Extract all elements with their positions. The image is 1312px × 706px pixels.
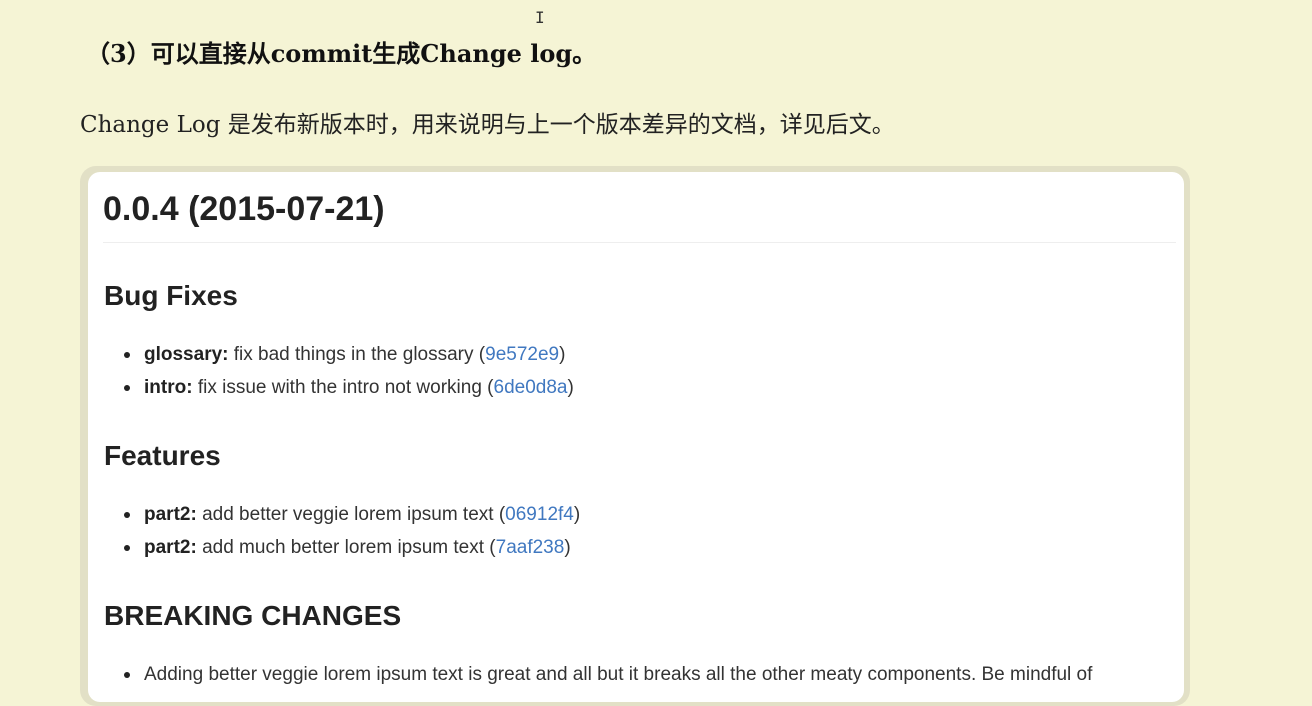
commit-hash-link[interactable]: 7aaf238 bbox=[496, 537, 565, 558]
closing-paren: ) bbox=[564, 537, 571, 558]
commit-scope: glossary: bbox=[144, 344, 229, 365]
commit-hash-link[interactable]: 9e572e9 bbox=[485, 344, 559, 365]
commit-message: add much better lorem ipsum text ( bbox=[196, 537, 496, 558]
breaking-changes-list: Adding better veggie lorem ipsum text is… bbox=[124, 658, 1092, 691]
section-heading: （3）可以直接从commit生成Change log。 bbox=[86, 39, 597, 68]
list-item: glossary: fix bad things in the glossary… bbox=[124, 338, 574, 371]
breaking-change-text: Adding better veggie lorem ipsum text is… bbox=[144, 664, 1093, 685]
bug-fixes-heading: Bug Fixes bbox=[104, 280, 238, 311]
list-item: part2: add much better lorem ipsum text … bbox=[124, 531, 580, 564]
bug-fixes-list: glossary: fix bad things in the glossary… bbox=[124, 338, 574, 404]
closing-paren: ) bbox=[559, 344, 566, 365]
text-cursor-icon: I bbox=[535, 8, 545, 27]
intro-paragraph: Change Log 是发布新版本时，用来说明与上一个版本差异的文档，详见后文。 bbox=[80, 112, 895, 138]
changelog-card: 0.0.4 (2015-07-21) Bug Fixes glossary: f… bbox=[88, 172, 1184, 702]
closing-paren: ) bbox=[573, 504, 581, 525]
commit-scope: part2: bbox=[144, 504, 197, 525]
breaking-changes-heading: BREAKING CHANGES bbox=[104, 600, 402, 631]
commit-message: fix bad things in the glossary ( bbox=[228, 344, 486, 365]
list-item: Adding better veggie lorem ipsum text is… bbox=[124, 658, 1092, 691]
version-title: 0.0.4 (2015-07-21) bbox=[103, 190, 385, 228]
commit-hash-link[interactable]: 06912f4 bbox=[505, 504, 574, 525]
features-list: part2: add better veggie lorem ipsum tex… bbox=[124, 498, 580, 564]
commit-hash-link[interactable]: 6de0d8a bbox=[494, 377, 568, 398]
commit-message: add better veggie lorem ipsum text ( bbox=[196, 504, 506, 525]
features-heading: Features bbox=[104, 440, 221, 471]
commit-scope: part2: bbox=[144, 537, 197, 558]
commit-scope: intro: bbox=[144, 377, 193, 398]
commit-message: fix issue with the intro not working ( bbox=[192, 377, 494, 398]
list-item: intro: fix issue with the intro not work… bbox=[124, 371, 574, 404]
title-divider bbox=[103, 242, 1176, 243]
list-item: part2: add better veggie lorem ipsum tex… bbox=[124, 498, 580, 531]
closing-paren: ) bbox=[567, 377, 574, 398]
